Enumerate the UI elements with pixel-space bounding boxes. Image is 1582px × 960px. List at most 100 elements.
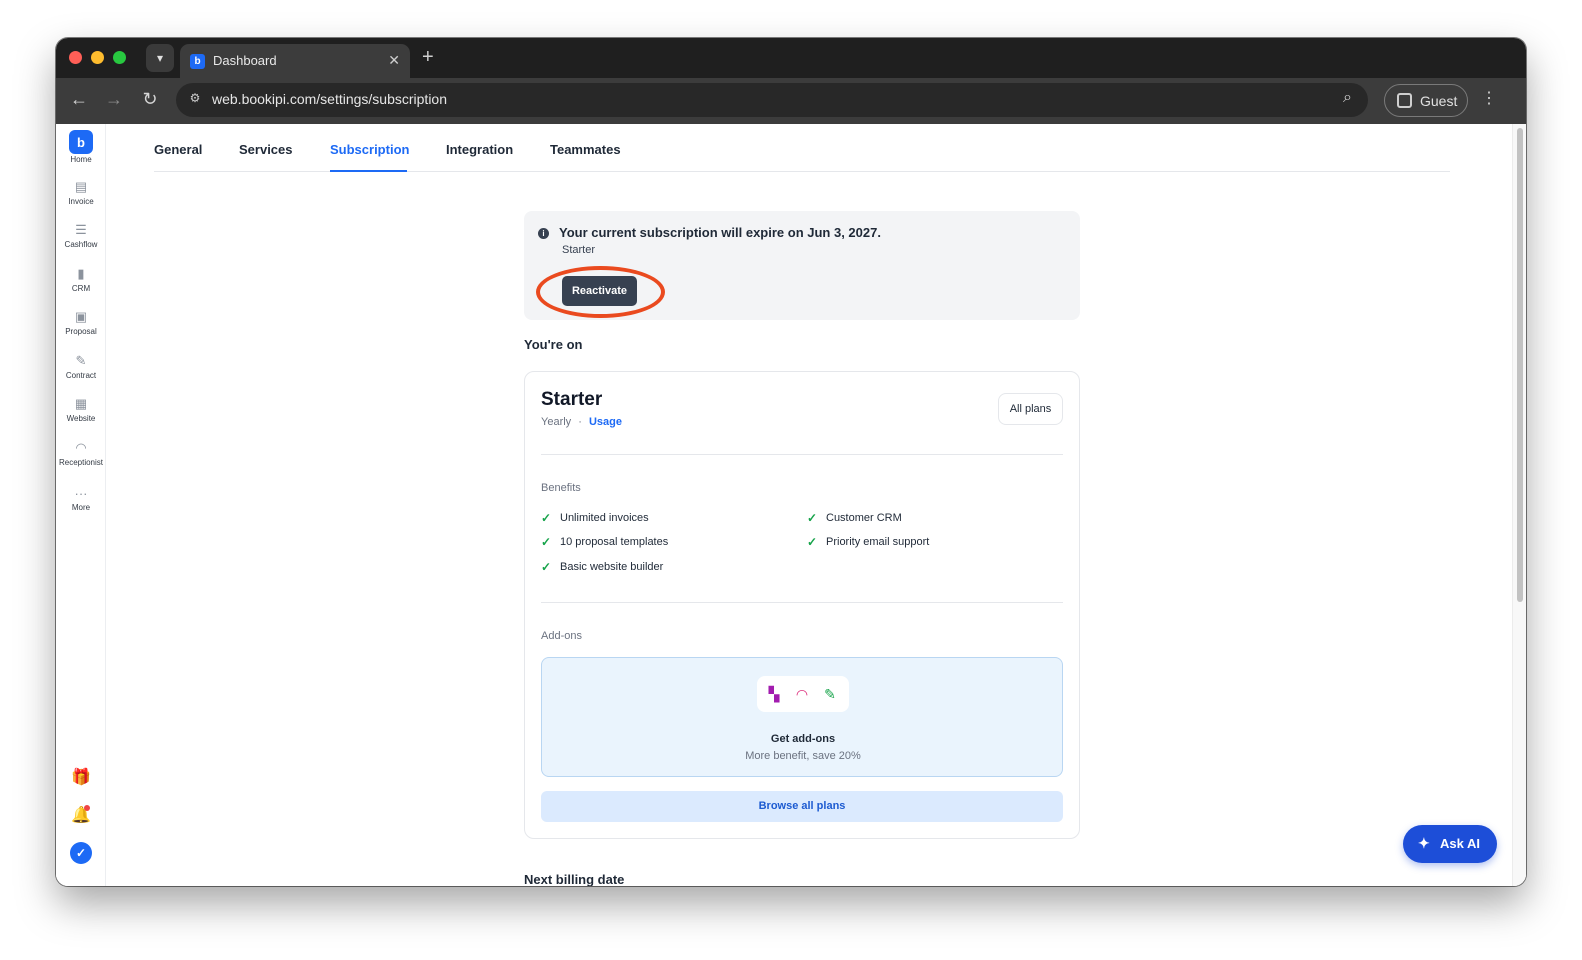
browser-window: ▾ b Dashboard ✕ + ← → ↻ ⚙ web.bookipi.co… [56, 38, 1526, 886]
sidebar-item-label: Contract [65, 371, 97, 380]
forward-arrow-icon[interactable]: → [103, 89, 125, 110]
proposal-icon: ▣ [74, 309, 88, 324]
close-tab-icon[interactable]: ✕ [388, 52, 400, 69]
addons-promo[interactable]: ▚ ◠ ✎ Get add-ons More benefit, save 20% [541, 657, 1063, 777]
page-viewport: b Home ▤ Invoice ☰ Cashflow ▮ CRM ▣ Prop… [56, 124, 1526, 886]
profile-button[interactable]: Guest [1384, 84, 1468, 117]
profile-icon [1397, 93, 1412, 108]
browse-all-plans-button[interactable]: Browse all plans [541, 791, 1063, 822]
tab-services[interactable]: Services [239, 142, 293, 157]
addons-title: Get add-ons [770, 733, 836, 745]
website-addon-icon: ▚ [768, 686, 780, 702]
sidebar-item-label: Receptionist [58, 458, 104, 467]
plan-card: Starter Yearly · Usage All plans Benefit… [524, 371, 1080, 839]
tab-general[interactable]: General [154, 142, 202, 157]
sidebar-item-label: Invoice [68, 197, 94, 206]
tab-search-button[interactable]: ▾ [146, 44, 174, 72]
benefit-text: Basic website builder [560, 561, 664, 573]
page-scrollbar[interactable] [1512, 124, 1526, 886]
annotation-highlight-ring [536, 266, 665, 318]
check-icon: ✓ [807, 511, 818, 525]
website-icon: ▦ [74, 396, 88, 411]
account-check-button[interactable]: ✓ [56, 842, 106, 864]
bell-icon[interactable]: 🔔 [56, 805, 106, 825]
tab-title: Dashboard [213, 53, 277, 68]
tab-teammates[interactable]: Teammates [550, 142, 621, 157]
app-sidebar: b Home ▤ Invoice ☰ Cashflow ▮ CRM ▣ Prop… [56, 124, 106, 886]
info-icon: i [538, 228, 549, 239]
cashflow-icon: ☰ [75, 222, 87, 237]
sidebar-item-website[interactable]: ▦ Website [56, 395, 106, 423]
alert-plan-name: Starter [562, 244, 596, 256]
settings-tabs: General Services Subscription Integratio… [154, 124, 1450, 172]
sidebar-item-crm[interactable]: ▮ CRM [56, 265, 106, 293]
invoice-icon: ▤ [74, 179, 88, 194]
address-bar[interactable]: ⚙ web.bookipi.com/settings/subscription … [176, 83, 1368, 117]
browser-toolbar: ← → ↻ ⚙ web.bookipi.com/settings/subscri… [56, 78, 1526, 124]
chevron-down-icon: ▾ [156, 51, 164, 65]
check-icon: ✓ [807, 535, 818, 549]
tab-subscription[interactable]: Subscription [330, 142, 409, 157]
contract-addon-icon: ✎ [824, 686, 836, 702]
scrollbar-thumb[interactable] [1517, 128, 1523, 602]
more-icon: ··· [74, 485, 88, 501]
plan-meta: Yearly · Usage [541, 416, 622, 428]
divider [541, 454, 1063, 455]
ask-ai-label: Ask AI [1440, 836, 1480, 851]
browser-tab[interactable]: b Dashboard ✕ [180, 44, 410, 78]
sidebar-item-home[interactable]: b Home [56, 130, 106, 164]
active-tab-indicator [330, 170, 407, 172]
addons-label: Add-ons [541, 630, 582, 642]
benefit-text: 10 proposal templates [560, 536, 669, 548]
contract-icon: ✎ [75, 353, 87, 368]
headset-addon-icon: ◠ [795, 686, 809, 702]
url-text[interactable]: web.bookipi.com/settings/subscription [212, 91, 447, 107]
next-billing-heading: Next billing date [524, 872, 625, 886]
headset-icon: ◠ [75, 440, 87, 455]
maximize-window-button[interactable] [113, 51, 126, 64]
profile-label: Guest [1420, 93, 1458, 109]
minimize-window-button[interactable] [91, 51, 104, 64]
check-icon: ✓ [541, 560, 552, 574]
billing-period: Yearly [541, 416, 572, 428]
sidebar-item-contract[interactable]: ✎ Contract [56, 352, 106, 380]
bookipi-favicon-icon: b [190, 54, 205, 69]
sidebar-item-receptionist[interactable]: ◠ Receptionist [56, 439, 106, 467]
benefit-text: Customer CRM [826, 512, 902, 524]
back-arrow-icon[interactable]: ← [68, 89, 90, 110]
usage-link[interactable]: Usage [589, 416, 622, 428]
sidebar-item-cashflow[interactable]: ☰ Cashflow [56, 221, 106, 249]
sidebar-item-label: Cashflow [64, 240, 98, 249]
benefit-text: Unlimited invoices [560, 512, 649, 524]
bookipi-logo-icon: b [69, 130, 93, 154]
addon-icon-group: ▚ ◠ ✎ [757, 676, 849, 712]
sidebar-item-invoice[interactable]: ▤ Invoice [56, 178, 106, 206]
benefit-text: Priority email support [826, 536, 930, 548]
tab-bar: ▾ b Dashboard ✕ + [56, 38, 1526, 78]
close-window-button[interactable] [69, 51, 82, 64]
gift-icon[interactable]: 🎁 [56, 767, 106, 787]
divider [541, 602, 1063, 603]
chevron-check-icon: ✓ [70, 842, 92, 864]
sidebar-item-label: CRM [71, 284, 91, 293]
sidebar-item-proposal[interactable]: ▣ Proposal [56, 308, 106, 336]
all-plans-button[interactable]: All plans [998, 393, 1063, 425]
browser-menu-icon[interactable]: ⋮ [1481, 88, 1497, 108]
tab-integration[interactable]: Integration [446, 142, 513, 157]
check-icon: ✓ [541, 511, 552, 525]
zoom-icon[interactable]: ⌕ [1343, 89, 1352, 107]
current-plan-heading: You're on [524, 337, 583, 352]
addons-subtitle: More benefit, save 20% [745, 750, 861, 762]
benefits-label: Benefits [541, 482, 581, 494]
sidebar-item-more[interactable]: ··· More [56, 484, 106, 513]
site-settings-icon[interactable]: ⚙ [186, 91, 204, 109]
sparkle-icon: ✦ [1418, 835, 1430, 851]
sidebar-item-label: More [71, 503, 91, 512]
ask-ai-button[interactable]: ✦ Ask AI [1403, 825, 1497, 863]
reload-icon[interactable]: ↻ [139, 89, 161, 110]
alert-title: Your current subscription will expire on… [559, 225, 881, 240]
crm-icon: ▮ [77, 266, 85, 281]
check-icon: ✓ [541, 535, 552, 549]
new-tab-button[interactable]: + [422, 46, 434, 69]
desktop: ▾ b Dashboard ✕ + ← → ↻ ⚙ web.bookipi.co… [0, 0, 1582, 960]
